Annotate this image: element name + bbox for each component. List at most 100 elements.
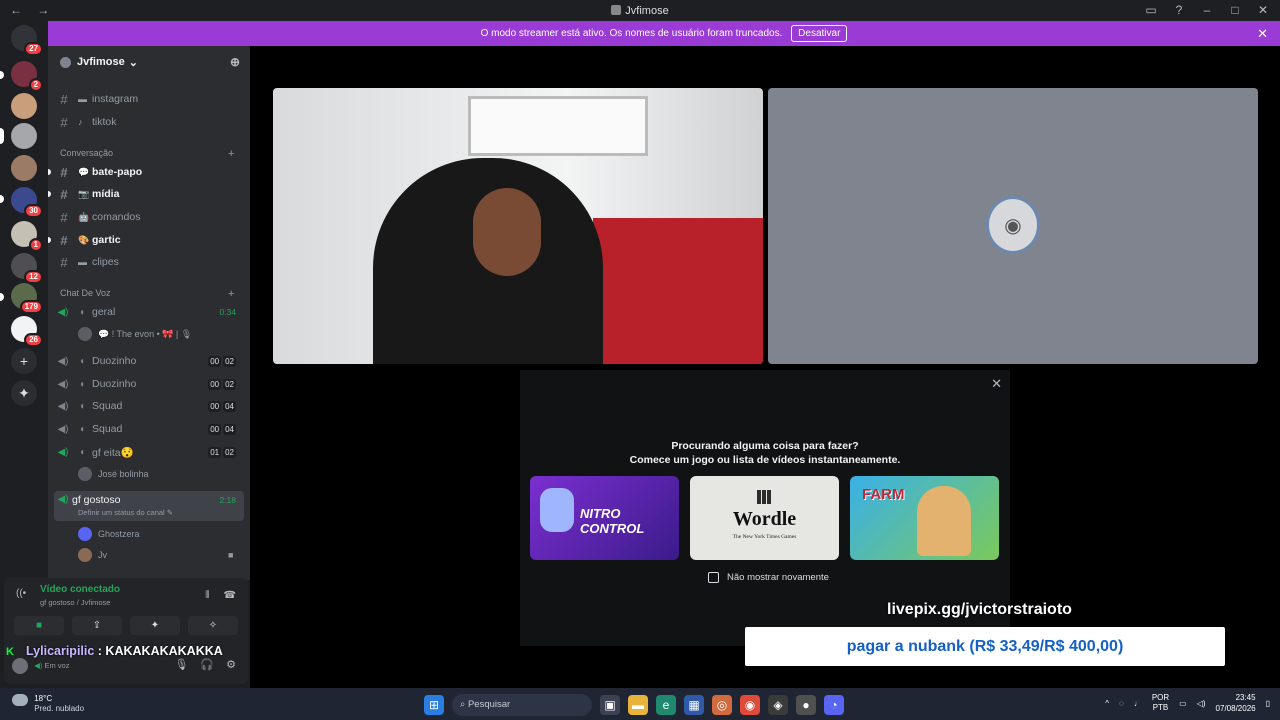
server-icon[interactable]: 26 [11,316,43,347]
voice-channel-duozinho[interactable]: ◀) ◖ Duozinho 00 02 [54,351,244,371]
notification-icon[interactable]: ▯ [1266,699,1270,708]
camera-tile[interactable] [273,88,763,364]
channel-bate-papo[interactable]: # 💬 bate-papo [48,162,244,182]
clock[interactable]: 23:45 07/08/2026 [1216,692,1256,714]
server-icon[interactable] [11,93,37,119]
soundboard-button[interactable]: ✧ [188,616,238,635]
language-indicator[interactable]: POR PTB [1152,693,1169,713]
activity-card-nitro-control[interactable]: NITRO CONTROL [530,476,679,560]
edge-icon[interactable]: e [656,695,676,715]
store-icon[interactable]: ▦ [684,695,704,715]
checkbox-box[interactable] [708,572,719,583]
add-channel-icon[interactable]: + [228,288,234,300]
channel-midia[interactable]: # 📷 mídia [48,184,244,204]
gear-icon[interactable]: ⚙ [226,658,236,671]
voice-location[interactable]: gf gostoso / Jvfimose [40,598,110,607]
voice-channel-squad[interactable]: ◀) ◖ Squad 00 04 [54,396,244,416]
guild-header[interactable]: Jvfimose ⌄ ⊕ [48,46,250,78]
voice-member[interactable]: Jv ■ [78,546,233,564]
invite-icon[interactable]: ⊕ [230,55,240,69]
app-icon[interactable]: ◈ [768,695,788,715]
livepix-overlay: livepix.gg/jvictorstraioto [887,601,1072,618]
app-icon[interactable]: ● [796,695,816,715]
server-badge: 26 [24,333,43,347]
noise-suppression-icon[interactable]: ⦀ [205,590,209,601]
server-icon[interactable]: 2 [11,61,43,92]
category-chat-de-voz[interactable]: Chat De Voz + [60,288,234,300]
headphones-icon[interactable]: 🎧 [200,658,214,671]
server-icon[interactable] [11,155,37,181]
channel-status[interactable]: Definir um status do canal ✎ [78,508,173,517]
user-controls: 🎙 🎧 ⚙ [174,658,236,671]
weather-widget[interactable]: 18°C Pred. nublado [12,694,84,714]
close-button[interactable]: ✕ [1256,3,1270,17]
chevron-up-icon[interactable]: ^ [1105,699,1109,708]
volume-icon[interactable]: ◁) [1197,699,1206,708]
server-icon[interactable]: 179 [11,283,43,314]
speaker-icon: ◖ [78,400,86,412]
disable-streamer-button[interactable]: Desativar [791,25,848,42]
chat-overlay-text: : KAKAKAKAKAKKA [94,644,223,658]
add-server-button[interactable]: + [11,348,37,374]
system-tray: ^ ◌ ♩ POR PTB ▭ ◁) 23:45 07/08/2026 ▯ [1105,692,1270,714]
microphone-tray-icon[interactable]: ♩ [1134,699,1142,708]
channel-gartic[interactable]: # 🎨 gartic [48,230,244,250]
voice-member[interactable]: Ghostzera [78,525,140,543]
file-explorer-icon[interactable]: ▬ [628,695,648,715]
server-icon[interactable]: 30 [11,187,43,218]
voice-channel-duozinho[interactable]: ◀) ◖ Duozinho 00 02 [54,374,244,394]
windows-start-icon[interactable]: ⊞ [424,695,444,715]
voice-channel-squad[interactable]: ◀) ◖ Squad 00 04 [54,419,244,439]
avatar [78,467,92,481]
task-view-icon[interactable]: ▣ [600,695,620,715]
voice-member[interactable]: José bolinha [78,465,149,483]
inbox-icon[interactable]: ▭ [1144,3,1158,17]
dont-show-checkbox[interactable]: Não mostrar novamente [708,572,829,583]
server-icon[interactable] [11,123,37,149]
activity-card-wordle[interactable]: Wordle The New York Times Games [690,476,839,560]
channel-tiktok[interactable]: # ♪ tiktok [54,112,244,132]
app-icon[interactable]: ◎ [712,695,732,715]
activity-card-farm[interactable]: FARM [850,476,999,560]
channel-clipes[interactable]: # ▬ clipes [54,252,244,272]
robot-mascot-icon [540,488,574,532]
home-button[interactable]: 27 [11,25,43,56]
help-icon[interactable]: ? [1172,3,1186,17]
category-conversacao[interactable]: Conversação + [60,148,234,160]
activities-button[interactable]: ✦ [130,616,180,635]
unread-dot [48,237,51,243]
speaker-icon: ◀) [57,423,69,435]
channel-comandos[interactable]: # 🤖 comandos [54,207,244,227]
banner-text: O modo streamer está ativo. Os nomes de … [480,28,783,39]
microphone-icon[interactable]: 🎙 [174,658,188,671]
voice-channel-name: geral [92,306,116,318]
disconnect-icon[interactable]: ☎ [224,590,236,601]
voice-channel-gf-gostoso[interactable]: ◀) gf gostoso 2:18 Definir um status do … [54,491,244,521]
discord-icon[interactable]: ◔ [824,695,844,715]
chat-overlay-user: Lylicaripilic [26,644,95,658]
display-icon[interactable]: ▭ [1179,699,1187,708]
server-icon[interactable]: 12 [11,253,43,284]
camera-button[interactable]: ■ [14,616,64,635]
chrome-icon[interactable]: ◉ [740,695,760,715]
channel-instagram[interactable]: # ▬ instagram [54,89,244,109]
taskbar-search[interactable]: ⌕ Pesquisar [452,694,592,716]
server-icon[interactable]: 1 [11,221,43,252]
screen-share-button[interactable]: ⇪ [72,616,122,635]
voice-member[interactable]: 💬 ! The evon • 🎀 | 🎙 [78,325,192,343]
maximize-button[interactable]: □ [1228,3,1242,17]
voice-channel-gf-eita[interactable]: ◀) ◖ gf eita😯 01 02 [54,442,244,462]
speaker-icon: ◖ [78,306,86,318]
voice-channel-geral[interactable]: ◀) ◖ geral 0:34 [54,302,244,322]
banner-close-icon[interactable]: ✕ [1257,21,1268,46]
signal-icon[interactable]: ((• [16,588,26,599]
minimize-button[interactable]: – [1200,3,1214,17]
user-info[interactable]: ◀) Em voz [12,658,69,674]
channel-name: tiktok [92,116,117,128]
network-icon[interactable]: ◌ [1119,699,1124,708]
close-icon[interactable]: ✕ [991,376,1002,392]
avatar-tile[interactable]: ◉ [768,88,1258,364]
add-channel-icon[interactable]: + [228,148,234,160]
explore-servers-button[interactable]: ✦ [11,380,37,406]
limit-current: 00 [208,423,222,435]
